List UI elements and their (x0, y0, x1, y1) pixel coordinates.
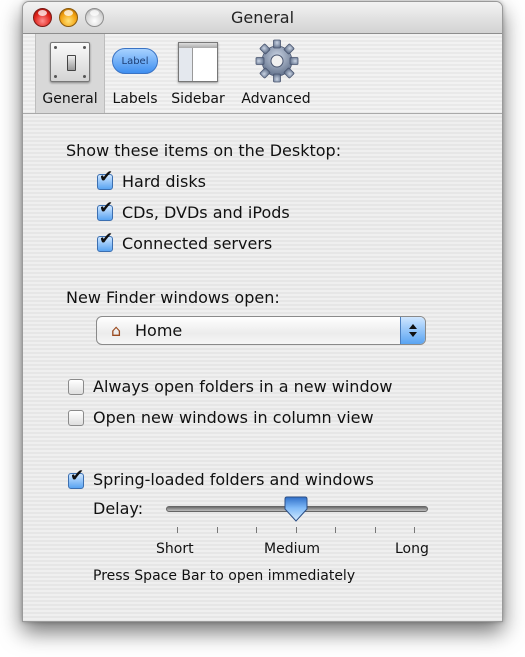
always-open-new-window-label[interactable]: Always open folders in a new window (93, 377, 392, 396)
slider-label-short: Short (156, 541, 194, 557)
delay-label: Delay: (93, 499, 144, 518)
slider-tick (295, 527, 297, 533)
space-bar-hint: Press Space Bar to open immediately (93, 568, 356, 584)
tab-advanced[interactable]: Advanced (235, 34, 317, 113)
hard-disks-checkbox[interactable]: ✔ (97, 169, 113, 190)
checkmark-icon: ✔ (99, 198, 114, 218)
spring-loaded-checkbox[interactable]: ✔ (68, 468, 84, 489)
popup-arrows-icon (400, 317, 425, 344)
slider-tick (216, 527, 218, 533)
tab-label: Advanced (241, 91, 311, 107)
label-tag-icon: Label (112, 42, 158, 74)
tab-general[interactable]: General (35, 34, 105, 113)
desktop-items-heading: Show these items on the Desktop: (66, 141, 342, 160)
home-icon: ⌂ (111, 321, 122, 340)
slider-tick (374, 527, 376, 533)
column-view-checkbox[interactable] (68, 410, 84, 426)
slider-label-long: Long (395, 541, 429, 557)
sidebar-window-icon (178, 42, 218, 82)
general-pane: Show these items on the Desktop: ✔ Hard … (23, 114, 502, 621)
hard-disks-label[interactable]: Hard disks (122, 172, 206, 191)
cds-dvds-ipods-checkbox[interactable]: ✔ (97, 200, 113, 221)
slider-tick (335, 527, 336, 533)
cds-dvds-ipods-label[interactable]: CDs, DVDs and iPods (122, 203, 290, 222)
gear-icon (254, 38, 300, 88)
preferences-window: General General Label Labels Sidebar Adv… (22, 1, 503, 622)
label-badge-text: Label (112, 48, 158, 74)
tab-sidebar[interactable]: Sidebar (165, 34, 231, 113)
connected-servers-label[interactable]: Connected servers (122, 234, 272, 253)
checkmark-icon: ✔ (70, 466, 85, 486)
popup-selected-value: Home (135, 321, 183, 340)
tab-label: Sidebar (171, 91, 225, 107)
slider-label-medium: Medium (264, 541, 320, 557)
title-bar[interactable]: General (23, 2, 502, 34)
always-open-new-window-checkbox[interactable] (68, 379, 84, 395)
column-view-label[interactable]: Open new windows in column view (93, 408, 374, 427)
tab-label: Labels (112, 91, 158, 107)
slider-thumb[interactable] (284, 496, 308, 522)
slider-tick (256, 527, 257, 533)
light-switch-icon (50, 42, 90, 82)
connected-servers-checkbox[interactable]: ✔ (97, 231, 113, 252)
tab-label: General (42, 91, 98, 107)
new-window-location-popup[interactable]: ⌂ Home (96, 316, 426, 345)
checkmark-icon: ✔ (99, 229, 114, 249)
toolbar: General Label Labels Sidebar Advanced (23, 34, 502, 114)
spring-loaded-label[interactable]: Spring-loaded folders and windows (93, 470, 374, 489)
new-finder-windows-heading: New Finder windows open: (66, 288, 280, 307)
tab-labels[interactable]: Label Labels (107, 34, 163, 113)
window-title: General (230, 8, 295, 27)
checkmark-icon: ✔ (99, 167, 114, 187)
slider-tick (177, 527, 178, 533)
slider-tick (414, 527, 415, 533)
